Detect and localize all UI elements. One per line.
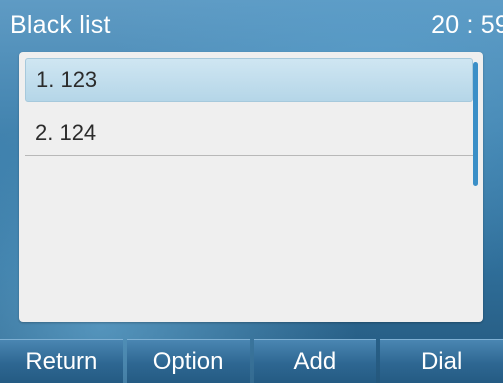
add-button[interactable]: Add (253, 339, 377, 383)
list-item-label: 1. 123 (36, 67, 98, 92)
dial-button[interactable]: Dial (380, 339, 503, 383)
blacklist-panel: 1. 123 2. 124 (19, 52, 483, 322)
scrollbar[interactable] (473, 62, 478, 186)
clock-time: 20 : 59 (431, 10, 503, 39)
page-title: Black list (10, 10, 111, 39)
phone-screen: Black list 20 : 59 1. 123 2. 124 Return … (0, 0, 503, 383)
list-item[interactable]: 2. 124 (25, 112, 473, 156)
softkey-bar: Return Option Add Dial (0, 339, 503, 383)
title-bar: Black list 20 : 59 (0, 0, 503, 50)
list-item-label: 2. 124 (35, 119, 97, 145)
option-button[interactable]: Option (126, 339, 250, 383)
list-item[interactable]: 1. 123 (25, 58, 473, 102)
return-button[interactable]: Return (0, 339, 123, 383)
